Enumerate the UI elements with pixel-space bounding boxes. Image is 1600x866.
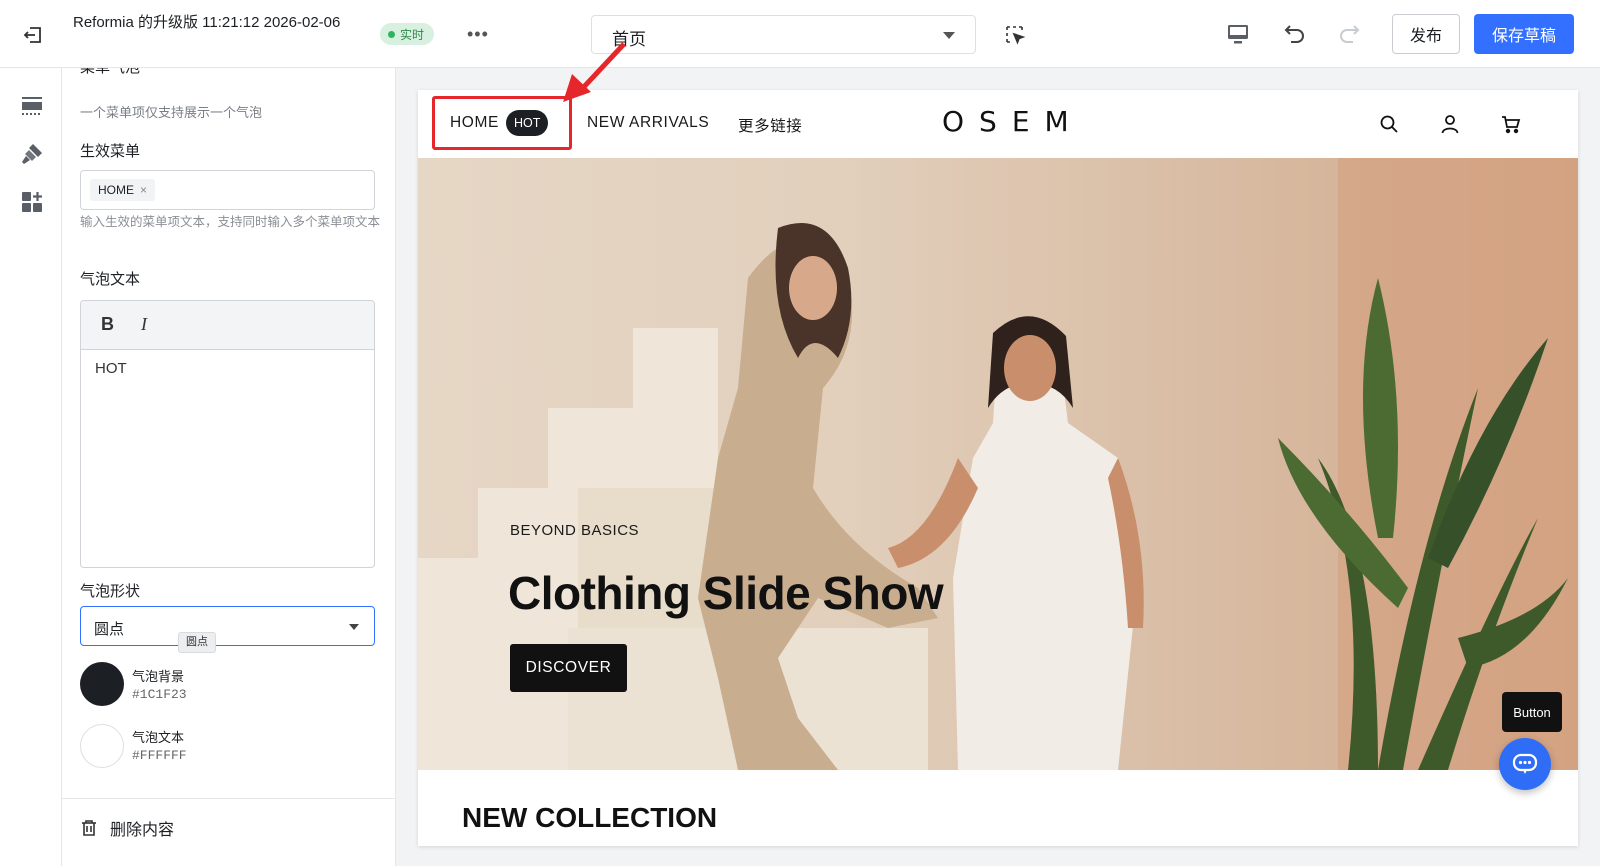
active-menu-label: 生效菜单 <box>80 143 141 160</box>
site-preview: HOME HOT NEW ARRIVALS 更多链接 OSEM BEYOND B… <box>418 90 1578 846</box>
hero-slideshow: BEYOND BASICS Clothing Slide Show DISCOV… <box>418 158 1578 770</box>
publish-button[interactable]: 发布 <box>1392 14 1460 54</box>
element-select-icon[interactable] <box>1004 24 1026 46</box>
bubble-text-color-swatch[interactable] <box>80 724 124 768</box>
button-tooltip: Button <box>1502 692 1562 732</box>
menu-tag: HOME × <box>90 179 156 201</box>
active-menu-input[interactable]: HOME × <box>80 170 375 210</box>
redo-icon[interactable] <box>1336 21 1362 47</box>
discover-button[interactable]: DISCOVER <box>510 644 627 692</box>
active-menu-hint: 输入生效的菜单项文本，支持同时输入多个菜单项文本 <box>80 215 381 229</box>
apps-icon[interactable] <box>20 190 44 214</box>
chevron-down-icon <box>943 32 955 39</box>
italic-button[interactable]: I <box>141 314 147 335</box>
site-logo[interactable]: OSEM <box>942 105 1084 138</box>
site-header: HOME HOT NEW ARRIVALS 更多链接 OSEM <box>418 90 1578 158</box>
app-title: Reformia 的升级版 11:21:12 2026-02-06 <box>73 14 341 31</box>
preview-canvas: HOME HOT NEW ARRIVALS 更多链接 OSEM BEYOND B… <box>396 68 1600 866</box>
top-bar: Reformia 的升级版 11:21:12 2026-02-06 实时 •••… <box>0 0 1600 68</box>
bubble-text-editor[interactable]: HOT <box>81 350 374 567</box>
hero-title: Clothing Slide Show <box>508 567 944 619</box>
shape-tooltip: 圆点 <box>178 632 216 653</box>
bubble-text-color-hex: #FFFFFF <box>132 748 187 763</box>
bold-button[interactable]: B <box>101 314 114 335</box>
theme-style-icon[interactable] <box>20 142 44 166</box>
desktop-view-icon[interactable] <box>1226 22 1250 46</box>
page-select[interactable]: 首页 <box>591 15 976 54</box>
annotation-highlight-box <box>432 96 572 150</box>
live-status-badge: 实时 <box>380 23 435 45</box>
nav-new-arrivals-link[interactable]: NEW ARRIVALS <box>587 114 709 132</box>
exit-editor-icon[interactable] <box>22 24 44 46</box>
save-draft-button[interactable]: 保存草稿 <box>1474 14 1574 54</box>
cart-icon[interactable] <box>1500 113 1522 135</box>
bubble-shape-value: 圆点 <box>94 621 125 638</box>
delete-content-button[interactable]: 删除内容 <box>80 816 174 840</box>
menu-tag-label: HOME <box>98 183 134 197</box>
delete-content-label: 删除内容 <box>110 822 175 839</box>
rich-text-editor: B I HOT <box>80 300 375 568</box>
section-heading: 菜单气泡 <box>80 68 140 77</box>
close-icon[interactable]: × <box>140 179 147 201</box>
trash-icon <box>82 820 96 836</box>
bubble-text-label: 气泡文本 <box>80 271 141 288</box>
nav-more-links[interactable]: 更多链接 <box>738 114 802 136</box>
chevron-down-icon <box>349 624 359 630</box>
settings-panel: 菜单气泡 一个菜单项仅支持展示一个气泡 生效菜单 HOME × 输入生效的菜单项… <box>62 68 396 866</box>
more-options-button[interactable]: ••• <box>467 24 489 44</box>
bubble-bg-label: 气泡背景 <box>132 669 185 684</box>
chat-bubble-icon <box>1512 753 1538 774</box>
bubble-text-color-label: 气泡文本 <box>132 730 185 745</box>
chat-support-button[interactable] <box>1499 738 1551 790</box>
bubble-bg-color-swatch[interactable] <box>80 662 124 706</box>
divider <box>62 798 395 799</box>
undo-icon[interactable] <box>1282 21 1308 47</box>
live-status-label: 实时 <box>400 27 425 42</box>
bubble-bg-hex: #1C1F23 <box>132 687 187 702</box>
account-icon[interactable] <box>1439 113 1461 135</box>
live-dot-icon <box>388 30 395 38</box>
editor-toolbar: B I <box>81 301 374 350</box>
bubble-shape-select[interactable]: 圆点 <box>80 606 375 646</box>
sections-icon[interactable] <box>20 94 44 118</box>
section-description: 一个菜单项仅支持展示一个气泡 <box>80 105 263 120</box>
left-icon-rail <box>0 68 62 866</box>
bubble-shape-label: 气泡形状 <box>80 583 141 600</box>
new-collection-heading: NEW COLLECTION <box>462 802 718 833</box>
search-icon[interactable] <box>1378 113 1400 135</box>
hero-eyebrow: BEYOND BASICS <box>510 522 640 539</box>
page-select-value: 首页 <box>612 30 646 49</box>
